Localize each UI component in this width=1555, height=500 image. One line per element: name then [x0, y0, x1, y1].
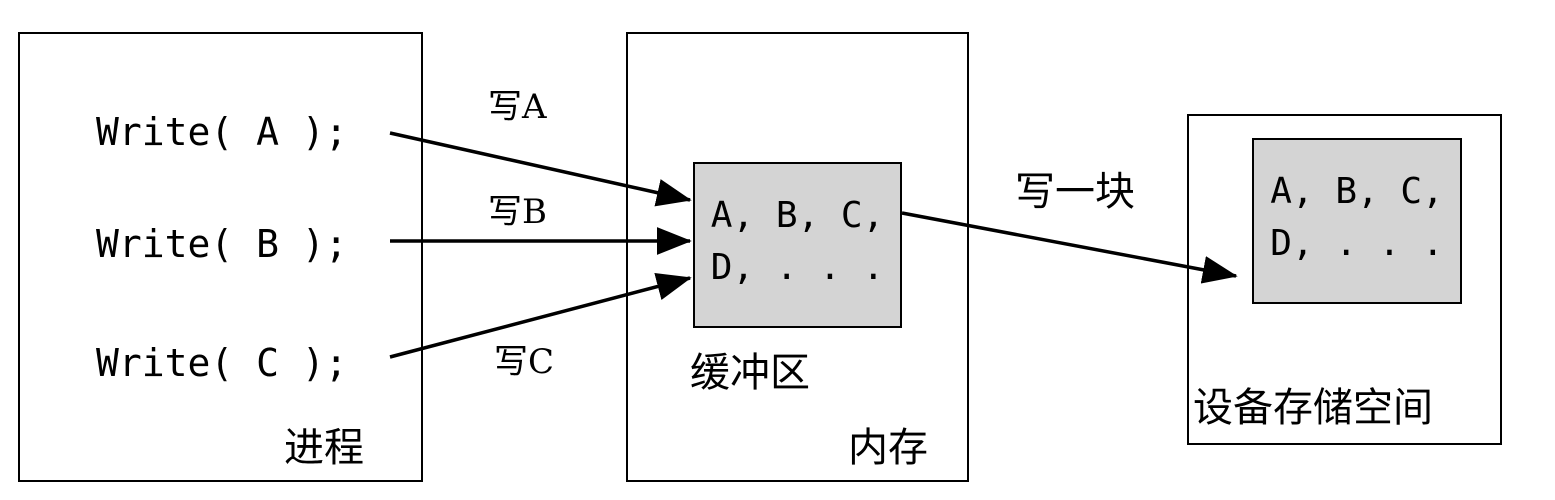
arrows-layer [389, 131, 1238, 359]
arrow-write-a [389, 131, 692, 207]
arrow-write-c [389, 272, 692, 359]
arrow-write-block [901, 211, 1238, 284]
